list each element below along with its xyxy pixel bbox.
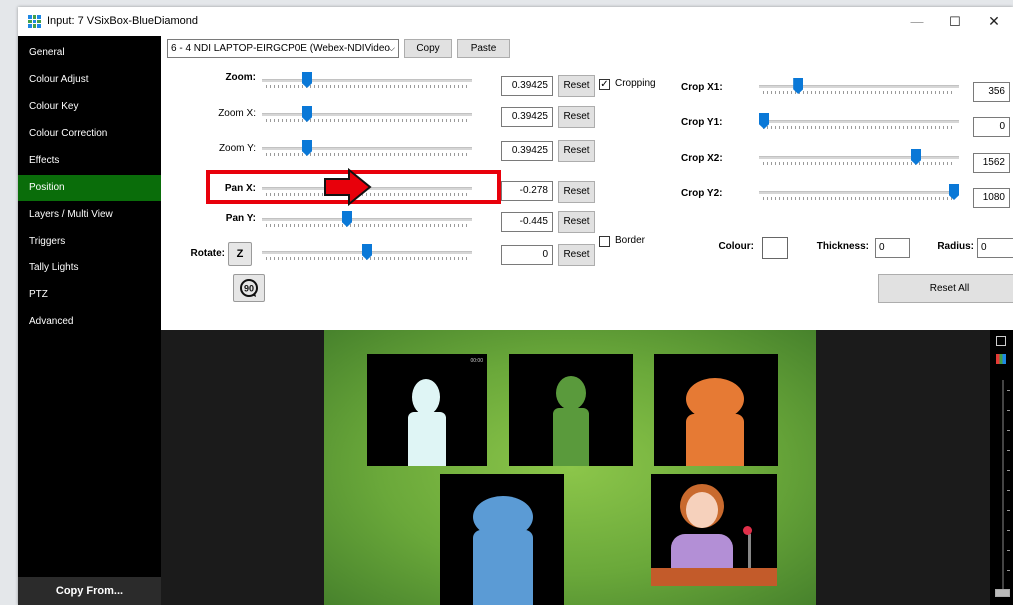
zoom-y-slider[interactable]: [262, 140, 472, 156]
input-settings-window: Input: 7 VSixBox-BlueDiamond — ☐ ✕ Gener…: [18, 7, 1013, 605]
crop-x1-value[interactable]: 356: [973, 82, 1010, 102]
cropping-checkbox[interactable]: ✓: [599, 79, 610, 90]
participant-tile: [440, 474, 564, 605]
radius-label: Radius:: [937, 241, 974, 252]
rotate-90-button[interactable]: 90: [233, 274, 265, 302]
paste-button[interactable]: Paste: [457, 39, 510, 58]
participant-tile: 00:00: [367, 354, 487, 466]
maximize-icon[interactable]: ☐: [936, 7, 974, 36]
crop-y1-label: Crop Y1:: [681, 117, 723, 128]
sidebar-item-advanced[interactable]: Advanced: [18, 309, 161, 335]
zoom-x-reset-button[interactable]: Reset: [558, 106, 595, 128]
participant-tile: [654, 354, 778, 466]
participant-tile: [651, 474, 777, 586]
zoom-x-slider[interactable]: [262, 106, 472, 122]
pan-y-slider[interactable]: [262, 211, 472, 227]
color-bars-icon[interactable]: [996, 354, 1006, 364]
preview-scene: 00:00: [324, 330, 816, 605]
window-title: Input: 7 VSixBox-BlueDiamond: [47, 15, 199, 27]
zoom-x-value[interactable]: 0.39425: [501, 107, 553, 127]
sidebar-item-triggers[interactable]: Triggers: [18, 229, 161, 255]
crop-y2-value[interactable]: 1080: [973, 188, 1010, 208]
colour-swatch[interactable]: [762, 237, 788, 259]
zoom-reset-button[interactable]: Reset: [558, 75, 595, 97]
cropping-label: Cropping: [615, 78, 656, 89]
copy-button[interactable]: Copy: [404, 39, 452, 58]
sidebar-item-position[interactable]: Position: [18, 175, 161, 201]
arrow-pointer-icon: [324, 168, 372, 206]
video-preview: 00:00: [161, 330, 1013, 605]
zoom-label: Zoom:: [225, 72, 256, 83]
checkbox-check-icon: ✓: [600, 79, 609, 90]
crop-y2-label: Crop Y2:: [681, 188, 723, 199]
tile-timestamp: 00:00: [470, 358, 483, 364]
crop-x2-slider[interactable]: [759, 149, 959, 165]
pan-x-reset-button[interactable]: Reset: [558, 181, 595, 203]
colour-label: Colour:: [718, 241, 754, 252]
pan-y-reset-button[interactable]: Reset: [558, 211, 595, 233]
sidebar: General Colour Adjust Colour Key Colour …: [18, 36, 161, 605]
pan-y-value[interactable]: -0.445: [501, 212, 553, 232]
crop-x2-value[interactable]: 1562: [973, 153, 1010, 173]
sidebar-item-colour-correction[interactable]: Colour Correction: [18, 121, 161, 147]
sidebar-item-effects[interactable]: Effects: [18, 148, 161, 174]
reset-all-button[interactable]: Reset All: [878, 274, 1013, 303]
crop-y2-slider[interactable]: [759, 184, 959, 200]
dropdown-chevron-icon: ⌵: [388, 43, 395, 53]
copy-from-button[interactable]: Copy From...: [18, 577, 161, 605]
rotate-90-text: 90: [244, 284, 254, 294]
zoom-y-label: Zoom Y:: [218, 143, 256, 154]
source-select-value: 6 - 4 NDI LAPTOP-EIRGCP0E (Webex-NDIVide…: [171, 43, 390, 54]
sidebar-item-colour-key[interactable]: Colour Key: [18, 94, 161, 120]
rotate-slider[interactable]: [262, 244, 472, 260]
pan-y-label: Pan Y:: [225, 213, 256, 224]
rotate-z-button[interactable]: Z: [228, 242, 252, 266]
rotate-label: Rotate:: [190, 248, 225, 259]
zoom-slider[interactable]: [262, 72, 472, 88]
app-grid-icon: [28, 15, 41, 28]
crop-y1-value[interactable]: 0: [973, 117, 1010, 137]
source-select[interactable]: 6 - 4 NDI LAPTOP-EIRGCP0E (Webex-NDIVide…: [167, 39, 399, 58]
border-checkbox[interactable]: [599, 236, 610, 247]
rotate-reset-button[interactable]: Reset: [558, 244, 595, 266]
thickness-label: Thickness:: [816, 241, 869, 252]
sidebar-item-layers-multi-view[interactable]: Layers / Multi View: [18, 202, 161, 228]
zoom-y-value[interactable]: 0.39425: [501, 141, 553, 161]
crop-y1-slider[interactable]: [759, 113, 959, 129]
position-settings-panel: 6 - 4 NDI LAPTOP-EIRGCP0E (Webex-NDIVide…: [161, 36, 1013, 330]
meter-volume-handle[interactable]: [995, 589, 1010, 597]
rotate-value[interactable]: 0: [501, 245, 553, 265]
pan-x-value[interactable]: -0.278: [501, 181, 553, 201]
sidebar-item-tally-lights[interactable]: Tally Lights: [18, 255, 161, 281]
zoom-x-label: Zoom X:: [218, 108, 256, 119]
participant-tile: [509, 354, 633, 466]
border-label: Border: [615, 235, 646, 246]
minimize-icon[interactable]: —: [898, 7, 936, 36]
thickness-input[interactable]: 0: [875, 238, 910, 258]
zoom-y-reset-button[interactable]: Reset: [558, 140, 595, 162]
close-icon[interactable]: ✕: [975, 7, 1013, 36]
sidebar-item-general[interactable]: General: [18, 40, 161, 66]
radius-input[interactable]: 0: [977, 238, 1013, 258]
meter-toggle-icon[interactable]: [996, 336, 1006, 346]
zoom-value[interactable]: 0.39425: [501, 76, 553, 96]
crop-x2-label: Crop X2:: [681, 153, 723, 164]
sidebar-item-ptz[interactable]: PTZ: [18, 282, 161, 308]
title-bar: Input: 7 VSixBox-BlueDiamond — ☐ ✕: [18, 7, 1013, 36]
rotate-90-icon: 90: [240, 279, 258, 297]
crop-x1-label: Crop X1:: [681, 82, 723, 93]
sidebar-item-colour-adjust[interactable]: Colour Adjust: [18, 67, 161, 93]
crop-x1-slider[interactable]: [759, 78, 959, 94]
audio-meter: [990, 330, 1013, 605]
